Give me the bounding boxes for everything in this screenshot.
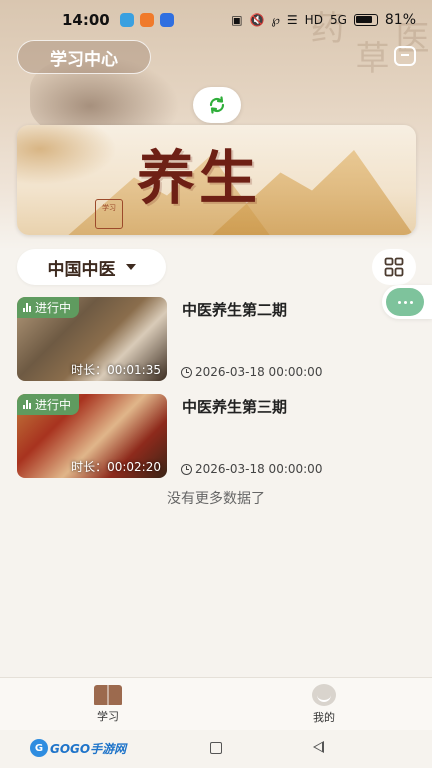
app-notification-icon [139, 13, 154, 27]
status-badge-label: 进行中 [35, 301, 72, 315]
banner[interactable]: 养生 学习 [17, 125, 416, 235]
book-icon [94, 684, 122, 705]
course-date: 2026-03-18 00:00:00 [181, 365, 322, 379]
course-thumbnail: 进行中 时长：00:01:35 [17, 297, 167, 381]
course-date-text: 2026-03-18 00:00:00 [195, 462, 323, 476]
clock-icon [181, 366, 192, 378]
wifi-icon: ☰ [286, 13, 298, 27]
learning-center-button[interactable]: 学习中心 [17, 40, 151, 74]
hd-icon: HD [304, 13, 323, 27]
category-dropdown[interactable]: 中国中医 [17, 249, 166, 285]
system-navigation-bar: G GOGO手游网 [0, 730, 432, 768]
tab-profile-label: 我的 [313, 710, 335, 724]
course-item[interactable]: 进行中 时长：00:02:20 中医养生第三期 2026-03-18 00:00… [17, 394, 416, 478]
tab-study-label: 学习 [97, 709, 119, 723]
status-badge: 进行中 [17, 394, 80, 415]
list-end-text: 没有更多数据了 [167, 491, 265, 507]
nfc-icon: ▣ [231, 13, 243, 27]
progress-bars-icon [23, 303, 31, 312]
profile-icon [312, 683, 336, 706]
refresh-icon [209, 96, 225, 114]
course-item[interactable]: 进行中 时长：00:01:35 中医养生第二期 2026-03-18 00:00… [17, 297, 416, 381]
category-label: 中国中医 [47, 259, 116, 280]
tab-profile[interactable]: 我的 [216, 678, 432, 730]
banner-title: 养生 [137, 144, 262, 212]
course-date-text: 2026-03-18 00:00:00 [195, 365, 323, 379]
seal-stamp: 学习 [95, 199, 123, 229]
layout-toggle-button[interactable] [372, 249, 416, 285]
cloud-decoration [17, 125, 117, 185]
watermark-icon: G [30, 739, 48, 757]
course-title: 中医养生第二期 [182, 301, 288, 319]
system-indicators: ▣ 🔇 ℘ ☰ HD 5G 81% [231, 12, 416, 28]
mute-icon: 🔇 [249, 13, 265, 27]
app-notification-icon [119, 13, 134, 27]
refresh-button[interactable] [193, 87, 241, 123]
signal-icon: 5G [329, 13, 347, 27]
battery-percent: 81% [384, 12, 416, 28]
app-notification-icon [159, 13, 174, 27]
watermark-text: GOGO手游网 [50, 741, 127, 756]
course-title: 中医养生第三期 [182, 398, 288, 416]
bottom-tab-bar: 学习 我的 [0, 677, 432, 730]
grid-icon [384, 257, 404, 277]
status-time: 14:00 [62, 11, 110, 29]
notification-icons [119, 13, 174, 27]
caret-down-icon [125, 264, 136, 270]
course-duration: 时长：00:02:20 [71, 460, 161, 474]
status-badge-label: 进行中 [35, 398, 72, 412]
tab-study[interactable]: 学习 [0, 678, 216, 730]
bluetooth-icon: ℘ [271, 13, 280, 27]
home-button[interactable] [210, 742, 222, 754]
clock-icon [181, 463, 192, 475]
course-date: 2026-03-18 00:00:00 [181, 462, 322, 476]
course-thumbnail: 进行中 时长：00:02:20 [17, 394, 167, 478]
watermark-logo: G GOGO手游网 [30, 738, 126, 758]
status-badge: 进行中 [17, 297, 80, 318]
course-duration: 时长：00:01:35 [71, 363, 161, 377]
progress-bars-icon [23, 400, 31, 409]
back-button[interactable] [313, 741, 324, 753]
message-icon[interactable] [394, 46, 416, 66]
battery-icon [353, 14, 378, 26]
status-bar: 14:00 ▣ 🔇 ℘ ☰ HD 5G 81% [0, 0, 432, 40]
